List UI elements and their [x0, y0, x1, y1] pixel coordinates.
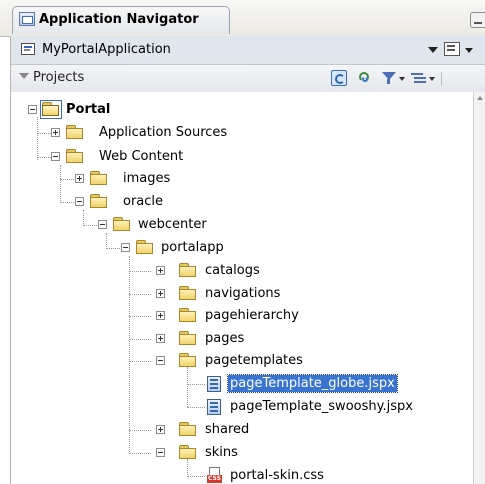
application-dropdown-icon[interactable] [428, 47, 438, 53]
tree-node-application-sources[interactable]: Application Sources [99, 124, 227, 141]
tree-node-pagehierarchy[interactable]: pagehierarchy [205, 307, 299, 324]
minimize-button[interactable] [470, 12, 485, 28]
application-menu-arrow-icon[interactable] [465, 48, 473, 53]
tree-node-webcenter[interactable]: webcenter [138, 216, 207, 233]
tree-line [37, 133, 51, 134]
tree-node-shared[interactable]: shared [205, 421, 249, 438]
application-navigator-tab[interactable]: Application Navigator [12, 6, 230, 34]
levels-dropdown-icon[interactable] [429, 77, 435, 81]
tree-line [187, 384, 205, 385]
folder-icon [179, 422, 197, 437]
collapse-toggle[interactable] [75, 197, 84, 206]
projects-label: Projects [33, 70, 85, 85]
expand-toggle[interactable] [156, 311, 165, 320]
page-template-icon [207, 399, 221, 415]
tree-line [187, 476, 205, 477]
folder-icon [179, 353, 197, 368]
collapse-toggle[interactable] [51, 152, 60, 161]
tree-line [37, 117, 38, 160]
folder-icon [179, 308, 197, 323]
tree-line [129, 294, 151, 295]
tree-line [129, 339, 151, 340]
tree-line [83, 210, 84, 226]
navigator-title: Application Navigator [39, 12, 199, 27]
tree-node-page-template-swooshy[interactable]: pageTemplate_swooshy.jspx [230, 398, 413, 415]
folder-icon [90, 194, 108, 209]
css-badge: CSS [207, 475, 222, 483]
tree-node-oracle[interactable]: oracle [123, 193, 163, 210]
folder-icon [179, 445, 197, 460]
filter-dropdown-icon[interactable] [399, 77, 405, 81]
application-selector[interactable]: MyPortalApplication [10, 36, 485, 64]
collapse-chevron-icon[interactable] [19, 73, 29, 79]
vertical-scrollbar[interactable] [473, 92, 485, 484]
application-navigator-icon [19, 12, 35, 26]
expand-toggle[interactable] [51, 128, 60, 137]
expand-toggle[interactable] [156, 334, 165, 343]
tree-node-navigations[interactable]: navigations [205, 285, 280, 302]
collapse-toggle[interactable] [156, 356, 165, 365]
tree-line [187, 407, 205, 408]
folder-icon [179, 286, 197, 301]
tree-node-skins[interactable]: skins [205, 444, 238, 461]
refresh-icon[interactable] [357, 70, 373, 86]
projects-header[interactable]: Projects [10, 64, 485, 93]
tree-line [106, 248, 120, 249]
tree-line [60, 202, 74, 203]
tree-node-portal-skin-css[interactable]: portal-skin.css [230, 467, 324, 484]
tree-line [106, 233, 107, 249]
expand-toggle[interactable] [156, 289, 165, 298]
tree-line [187, 459, 188, 477]
css-file-icon: CSS [207, 467, 223, 484]
collapse-toggle[interactable] [121, 243, 130, 252]
folder-icon [179, 263, 197, 278]
collapse-toggle[interactable] [156, 448, 165, 457]
folder-icon [66, 149, 84, 164]
tree-line [129, 430, 151, 431]
application-icon [21, 43, 35, 55]
tree-node-pagetemplates[interactable]: pagetemplates [205, 352, 303, 369]
application-menu-icon[interactable] [444, 42, 460, 56]
folder-icon [90, 171, 108, 186]
expand-toggle[interactable] [156, 266, 165, 275]
tree-line [129, 361, 151, 362]
tree-node-web-content[interactable]: Web Content [99, 148, 183, 165]
toolbar-separator [441, 72, 442, 86]
folder-icon [136, 240, 154, 255]
levels-icon[interactable] [410, 70, 426, 86]
tree-node-images[interactable]: images [123, 170, 170, 187]
tree-node-pages[interactable]: pages [205, 330, 244, 347]
tree-line [60, 179, 74, 180]
tree-line [129, 453, 151, 454]
filter-icon[interactable] [381, 70, 397, 86]
project-folder-icon [40, 100, 62, 119]
navigator-tabbar: Application Navigator [0, 0, 485, 37]
folder-icon [113, 217, 131, 232]
tree-line [60, 165, 61, 203]
sync-selection-icon[interactable] [331, 70, 347, 86]
tree-line [83, 225, 97, 226]
tree-line [37, 157, 51, 158]
expand-toggle[interactable] [75, 174, 84, 183]
tree-node-portal[interactable]: Portal [66, 101, 110, 118]
folder-icon [179, 331, 197, 346]
folder-icon [66, 125, 84, 140]
scroll-up-icon[interactable] [477, 96, 483, 100]
collapse-toggle[interactable] [98, 220, 107, 229]
collapse-toggle[interactable] [28, 105, 37, 114]
tree-node-page-template-globe[interactable]: pageTemplate_globe.jspx [227, 374, 398, 393]
tree-line [129, 271, 151, 272]
tree-line [129, 316, 151, 317]
application-name: MyPortalApplication [42, 42, 171, 57]
tree-line [187, 367, 188, 407]
tree-line [129, 256, 130, 454]
tree-node-catalogs[interactable]: catalogs [205, 262, 260, 279]
tree-node-portalapp[interactable]: portalapp [161, 239, 224, 256]
page-template-icon [207, 376, 221, 392]
expand-toggle[interactable] [156, 425, 165, 434]
